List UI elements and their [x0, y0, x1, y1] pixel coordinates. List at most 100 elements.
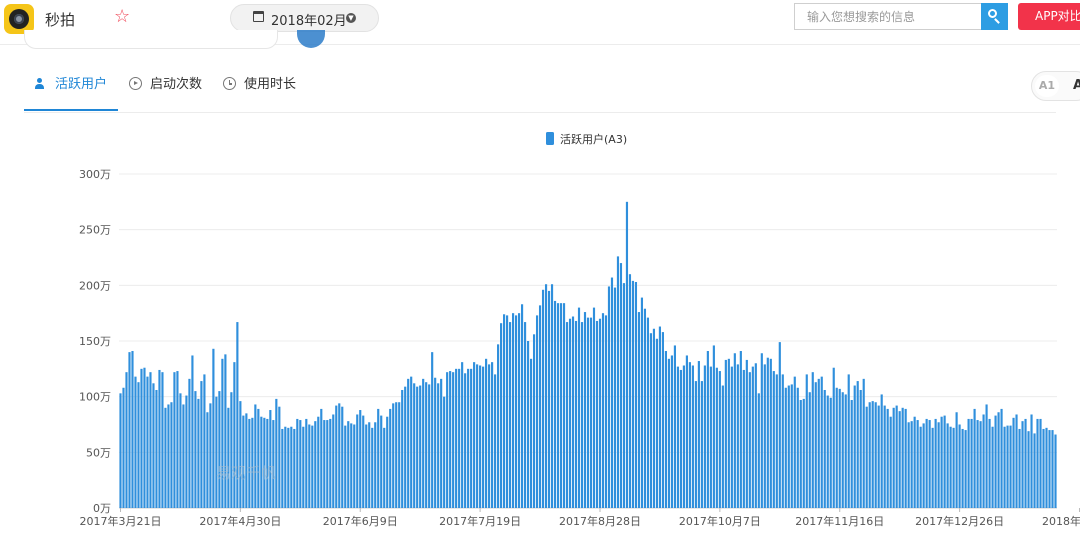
bar[interactable] [814, 382, 817, 508]
bar[interactable] [706, 351, 709, 508]
bar[interactable] [760, 353, 763, 508]
bar[interactable] [509, 322, 512, 508]
bar[interactable] [532, 334, 536, 508]
bar[interactable] [245, 413, 248, 508]
bar[interactable] [769, 358, 772, 508]
bar[interactable] [742, 369, 745, 508]
bar[interactable] [685, 355, 688, 508]
bar[interactable] [215, 396, 218, 508]
bar[interactable] [538, 305, 542, 508]
bar[interactable] [416, 386, 419, 508]
bar[interactable] [535, 315, 539, 508]
bar[interactable] [1030, 414, 1033, 508]
chart-legend[interactable]: 活跃用户(A3) [546, 132, 627, 146]
bar[interactable] [826, 395, 829, 508]
bar[interactable] [1042, 428, 1045, 508]
bar[interactable] [254, 404, 257, 508]
bar[interactable] [520, 304, 524, 508]
bar[interactable] [601, 313, 605, 508]
bar[interactable] [407, 378, 410, 508]
bar[interactable] [440, 378, 443, 508]
bar[interactable] [143, 367, 146, 508]
bar[interactable] [284, 426, 287, 508]
bar[interactable] [1045, 427, 1048, 508]
bar[interactable] [610, 277, 614, 508]
bar[interactable] [949, 426, 952, 508]
bar[interactable] [709, 366, 712, 508]
bar[interactable] [200, 381, 203, 508]
bar[interactable] [844, 394, 847, 508]
bar[interactable] [212, 348, 215, 508]
bar[interactable] [1012, 417, 1015, 508]
toggle-a[interactable]: A [1073, 75, 1080, 97]
bar[interactable] [197, 398, 200, 508]
bar[interactable] [730, 366, 733, 508]
bar[interactable] [973, 408, 976, 508]
bar[interactable] [856, 381, 859, 508]
tab-launches[interactable]: 启动次数 [129, 62, 202, 112]
bar[interactable] [401, 389, 404, 508]
bar[interactable] [934, 418, 937, 508]
bar[interactable] [467, 368, 470, 508]
bar[interactable] [425, 382, 428, 508]
bar[interactable] [164, 407, 167, 508]
bar[interactable] [158, 369, 161, 508]
date-picker[interactable]: 2018年02月 ▼ [230, 4, 379, 32]
bar[interactable] [452, 372, 455, 508]
bar[interactable] [1051, 430, 1054, 508]
bar[interactable] [964, 430, 967, 508]
bar[interactable] [320, 408, 323, 508]
bar[interactable] [592, 307, 596, 508]
bar[interactable] [739, 351, 742, 508]
bar[interactable] [649, 333, 653, 508]
bar[interactable] [823, 389, 826, 508]
bar[interactable] [203, 374, 206, 508]
bar[interactable] [622, 283, 626, 508]
bar[interactable] [347, 421, 350, 508]
bar[interactable] [365, 424, 368, 509]
bar[interactable] [221, 358, 224, 508]
bar[interactable] [392, 403, 395, 508]
bar[interactable] [868, 402, 871, 508]
bar[interactable] [371, 427, 374, 508]
bar[interactable] [688, 362, 691, 508]
bar[interactable] [745, 359, 748, 508]
bar[interactable] [940, 416, 943, 508]
bar[interactable] [847, 374, 850, 508]
bar[interactable] [506, 315, 509, 508]
bar[interactable] [589, 317, 593, 508]
bar[interactable] [790, 384, 793, 508]
bar[interactable] [419, 385, 422, 508]
bar[interactable] [437, 383, 440, 508]
bar[interactable] [556, 303, 560, 508]
bar[interactable] [230, 392, 233, 508]
bar[interactable] [422, 378, 425, 508]
bar[interactable] [727, 358, 730, 508]
search-input[interactable] [805, 4, 979, 30]
bar[interactable] [937, 422, 940, 508]
bar[interactable] [775, 374, 778, 508]
bar[interactable] [994, 415, 997, 508]
bar[interactable] [670, 355, 673, 508]
bar[interactable] [374, 422, 377, 508]
bar[interactable] [892, 407, 895, 508]
bar[interactable] [835, 387, 838, 508]
bar[interactable] [895, 405, 898, 508]
bar[interactable] [122, 387, 125, 508]
bar[interactable] [718, 371, 721, 508]
bar[interactable] [661, 332, 664, 508]
bar[interactable] [368, 422, 371, 508]
bar[interactable] [919, 426, 922, 508]
tab-active-users[interactable]: 活跃用户 [24, 62, 118, 111]
bar[interactable] [353, 424, 356, 509]
bar[interactable] [485, 358, 488, 508]
bar[interactable] [982, 414, 985, 508]
bar[interactable] [616, 256, 620, 508]
bar[interactable] [305, 418, 308, 508]
bar[interactable] [281, 428, 284, 508]
bar[interactable] [580, 322, 584, 508]
bar[interactable] [838, 388, 841, 508]
bar[interactable] [781, 374, 784, 508]
bar[interactable] [832, 367, 835, 508]
bar[interactable] [679, 369, 682, 508]
